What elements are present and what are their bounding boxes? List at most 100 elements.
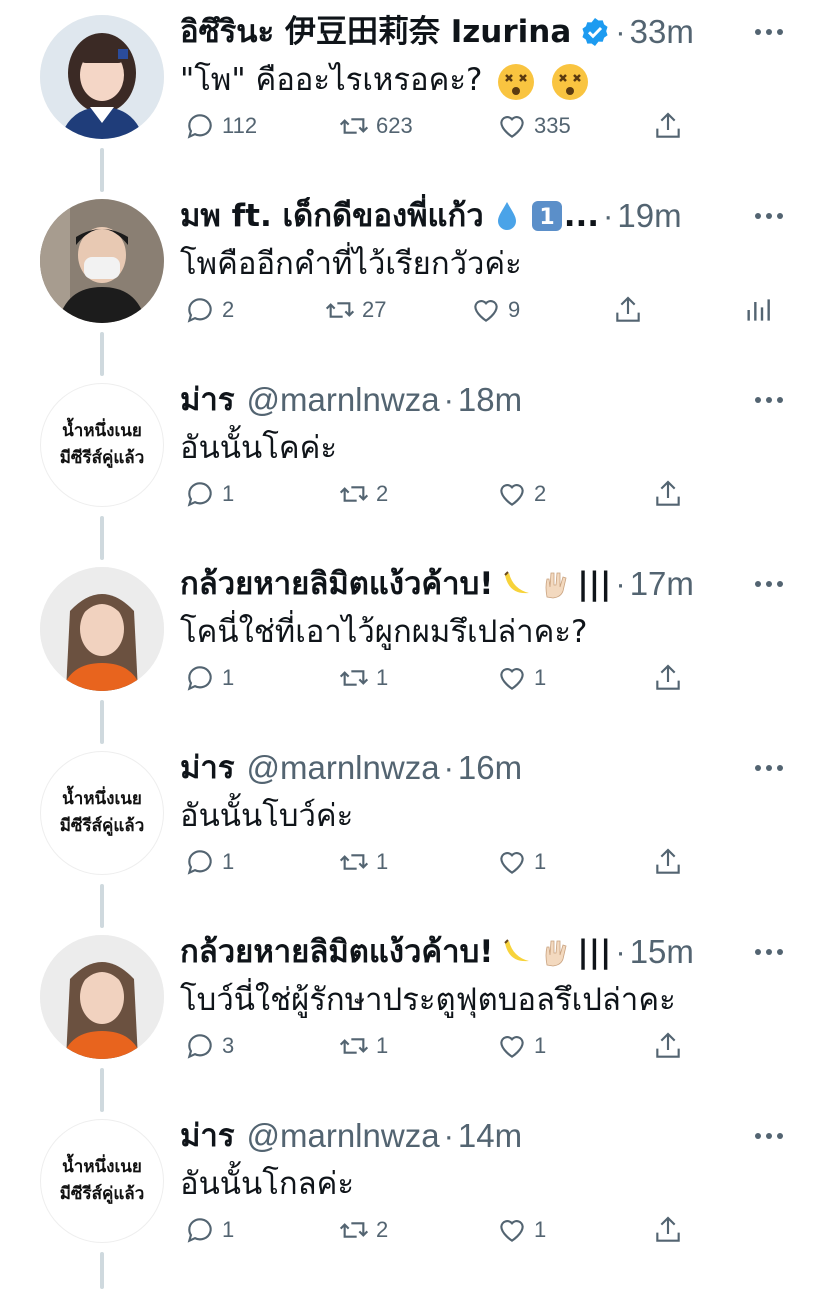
- separator-dot: ·: [603, 198, 614, 233]
- tweet[interactable]: น้ำหนึ่งเนย มีซีรีส์คู่แล้ว ม่าร @marnln…: [0, 1104, 828, 1289]
- share-button[interactable]: [612, 288, 644, 332]
- retweet-button[interactable]: 2: [338, 472, 388, 516]
- like-count: 2: [534, 481, 547, 506]
- timestamp[interactable]: 17m: [630, 562, 694, 606]
- tweet-actions: 3 1 1: [0, 1024, 828, 1068]
- tweet[interactable]: กล้วยหายลิมิตแง้วค้าบ! ||| · 15m โบว์นี่…: [0, 920, 828, 1112]
- retweet-button[interactable]: 2: [338, 1208, 388, 1252]
- banana-icon: [504, 939, 530, 962]
- timestamp[interactable]: 33m: [630, 10, 694, 54]
- display-name[interactable]: กล้วยหายลิมิตแง้วค้าบ!: [180, 562, 493, 606]
- retweet-count: 2: [376, 1217, 389, 1242]
- display-name[interactable]: ม่าร: [180, 378, 235, 422]
- tweet[interactable]: กล้วยหายลิมิตแง้วค้าบ! ||| · 17m โคนี่ใช…: [0, 552, 828, 744]
- tweet-text: อันนั้นโบว์ค่ะ: [180, 792, 800, 840]
- retweet-button[interactable]: 1: [338, 840, 388, 884]
- like-button[interactable]: 9: [470, 288, 520, 332]
- reply-button[interactable]: 1: [184, 840, 234, 884]
- tweet-header: ม่าร @marnlnwza · 16m: [180, 746, 740, 790]
- display-name[interactable]: กล้วยหายลิมิตแง้วค้าบ!: [180, 930, 493, 974]
- banana-icon: [504, 571, 530, 594]
- tweet[interactable]: มพ ft. เด็กดีของพี่แก้ว 1 ... · 19m โพคื…: [0, 184, 828, 376]
- reply-button[interactable]: 2: [184, 288, 234, 332]
- display-name[interactable]: มพ ft. เด็กดีของพี่แก้ว: [180, 194, 484, 238]
- like-button[interactable]: 1: [496, 1024, 546, 1068]
- share-button[interactable]: [652, 840, 684, 884]
- display-name[interactable]: ม่าร: [180, 746, 235, 790]
- tweet-actions: 1 1 1: [0, 840, 828, 884]
- analytics-button[interactable]: [742, 288, 774, 332]
- more-options-icon[interactable]: [754, 208, 784, 224]
- more-options-icon[interactable]: [754, 576, 784, 592]
- heart-icon: [500, 116, 524, 138]
- tweet-text-content: โพคืออีกคำที่ไว้เรียกวัวค่ะ: [180, 246, 522, 282]
- retweet-icon: [339, 1038, 369, 1054]
- share-button[interactable]: [652, 1024, 684, 1068]
- share-button[interactable]: [652, 1208, 684, 1252]
- tweet-text: อันนั้นโคค่ะ: [180, 424, 800, 472]
- like-count: 1: [534, 1033, 547, 1058]
- reply-button[interactable]: 3: [184, 1024, 234, 1068]
- like-button[interactable]: 2: [496, 472, 546, 516]
- timestamp[interactable]: 18m: [458, 378, 522, 422]
- tweet-text: "โพ" คืออะไรเหรอคะ?: [180, 56, 800, 104]
- separator-dot: ·: [615, 934, 626, 969]
- user-handle[interactable]: @marnlnwza: [247, 746, 440, 790]
- reply-icon: [187, 850, 212, 875]
- reply-count: 3: [222, 1033, 235, 1058]
- retweet-button[interactable]: 623: [338, 104, 413, 148]
- dizzy-face-icon: [552, 63, 589, 100]
- tweet[interactable]: น้ำหนึ่งเนย มีซีรีส์คู่แล้ว ม่าร @marnln…: [0, 368, 828, 560]
- more-options-icon[interactable]: [754, 1128, 784, 1144]
- name-bars: |||: [577, 934, 612, 970]
- retweet-button[interactable]: 1: [338, 1024, 388, 1068]
- more-options-icon[interactable]: [754, 24, 784, 40]
- reply-count: 1: [222, 481, 235, 506]
- separator-dot: ·: [443, 1118, 454, 1153]
- tweet-text: โบว์นี่ใช่ผู้รักษาประตูฟุตบอลรึเปล่าคะ: [180, 976, 800, 1024]
- like-button[interactable]: 1: [496, 1208, 546, 1252]
- reply-button[interactable]: 112: [184, 104, 257, 148]
- user-handle[interactable]: @marnlnwza: [247, 378, 440, 422]
- reply-icon: [187, 114, 212, 139]
- more-options-icon[interactable]: [754, 760, 784, 776]
- more-options-icon[interactable]: [754, 944, 784, 960]
- timestamp[interactable]: 16m: [458, 746, 522, 790]
- like-button[interactable]: 335: [496, 104, 571, 148]
- tweet-actions: 1 1 1: [0, 656, 828, 700]
- retweet-count: 1: [376, 849, 389, 874]
- more-options-icon[interactable]: [754, 392, 784, 408]
- tweet[interactable]: น้ำหนึ่งเนย มีซีรีส์คู่แล้ว ม่าร @marnln…: [0, 736, 828, 928]
- like-button[interactable]: 1: [496, 840, 546, 884]
- share-button[interactable]: [652, 656, 684, 700]
- reply-button[interactable]: 1: [184, 1208, 234, 1252]
- tweet-text: อันนั้นโกลค่ะ: [180, 1160, 800, 1208]
- retweet-button[interactable]: 1: [338, 656, 388, 700]
- timestamp[interactable]: 14m: [458, 1114, 522, 1158]
- tweet-actions: 2 27 9: [0, 288, 828, 332]
- like-button[interactable]: 1: [496, 656, 546, 700]
- retweet-count: 1: [376, 665, 389, 690]
- timestamp[interactable]: 15m: [630, 930, 694, 974]
- user-handle[interactable]: @marnlnwza: [247, 1114, 440, 1158]
- heart-icon: [474, 300, 498, 322]
- retweet-button[interactable]: 27: [324, 288, 386, 332]
- reply-button[interactable]: 1: [184, 656, 234, 700]
- share-icon: [656, 1216, 680, 1242]
- display-name[interactable]: ม่าร: [180, 1114, 235, 1158]
- reply-button[interactable]: 1: [184, 472, 234, 516]
- retweet-icon: [339, 118, 369, 134]
- tweet-thread: อิซึรินะ 伊豆田莉奈 Izurina · 33m "โพ" คืออะไ…: [0, 0, 828, 1289]
- share-button[interactable]: [652, 472, 684, 516]
- tweet-header: อิซึรินะ 伊豆田莉奈 Izurina · 33m: [180, 10, 740, 54]
- share-button[interactable]: [652, 104, 684, 148]
- retweet-icon: [339, 854, 369, 870]
- heart-icon: [500, 484, 524, 506]
- tweet-text: โพคืออีกคำที่ไว้เรียกวัวค่ะ: [180, 240, 800, 288]
- heart-icon: [500, 1220, 524, 1242]
- display-name[interactable]: อิซึรินะ 伊豆田莉奈 Izurina: [180, 10, 571, 54]
- like-count: 9: [508, 297, 521, 322]
- tweet[interactable]: อิซึรินะ 伊豆田莉奈 Izurina · 33m "โพ" คืออะไ…: [0, 0, 828, 192]
- dizzy-face-icon: [498, 63, 535, 100]
- timestamp[interactable]: 19m: [617, 194, 681, 238]
